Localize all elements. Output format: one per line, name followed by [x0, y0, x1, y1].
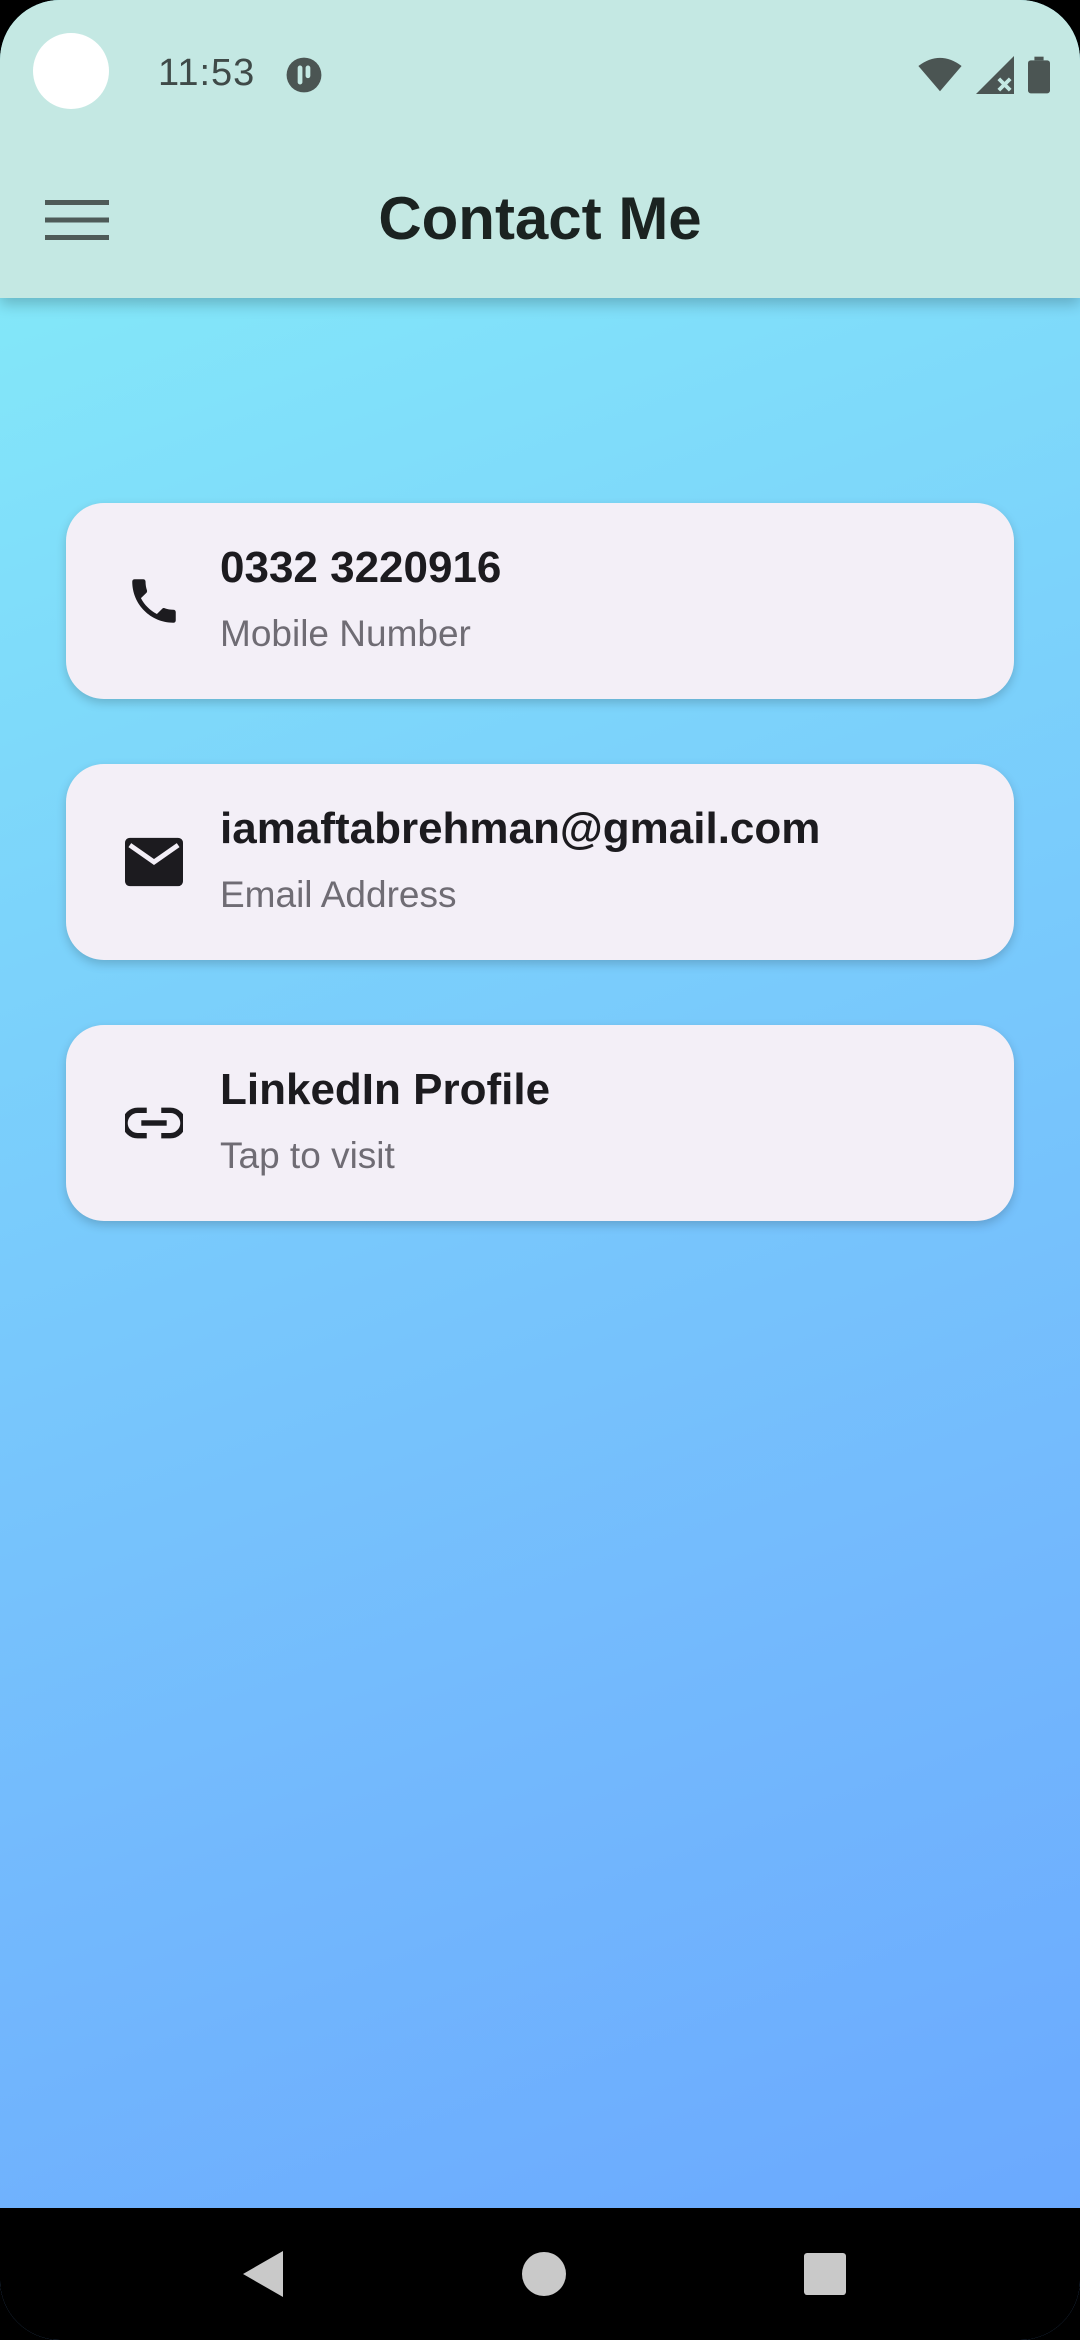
- home-button[interactable]: [509, 2239, 579, 2309]
- app-header: 11:53 Contact Me: [0, 0, 1080, 298]
- contact-title: LinkedIn Profile: [220, 1065, 551, 1114]
- contact-subtitle: Tap to visit: [220, 1135, 395, 1176]
- contact-card-linkedin[interactable]: LinkedIn Profile Tap to visit: [66, 1025, 1014, 1221]
- signal-icon: [976, 56, 1014, 94]
- status-time: 11:53: [158, 52, 256, 94]
- page-title: Contact Me: [378, 185, 702, 252]
- back-icon: [243, 2251, 283, 2297]
- contact-subtitle: Email Address: [220, 874, 457, 915]
- phone-icon: [112, 559, 196, 643]
- battery-icon: [1028, 56, 1050, 94]
- recents-icon: [804, 2253, 846, 2295]
- camera-cutout: [33, 33, 109, 109]
- contact-card-phone[interactable]: 0332 3220916 Mobile Number: [66, 503, 1014, 699]
- link-icon: [112, 1081, 196, 1165]
- wifi-icon: [918, 57, 962, 92]
- contact-screen: 11:53 Contact Me 0332 3220916 Mobile Num…: [0, 0, 1080, 2340]
- contact-subtitle: Mobile Number: [220, 613, 471, 654]
- home-icon: [522, 2252, 566, 2296]
- back-button[interactable]: [228, 2239, 298, 2309]
- email-icon: [112, 820, 196, 904]
- recents-button[interactable]: [790, 2239, 860, 2309]
- system-nav-bar: [0, 2208, 1080, 2340]
- status-icons: [918, 56, 1050, 94]
- notification-app-icon: [286, 57, 322, 93]
- contact-title: iamaftabrehman@gmail.com: [220, 804, 821, 853]
- contact-card-email[interactable]: iamaftabrehman@gmail.com Email Address: [66, 764, 1014, 960]
- contact-title: 0332 3220916: [220, 543, 502, 592]
